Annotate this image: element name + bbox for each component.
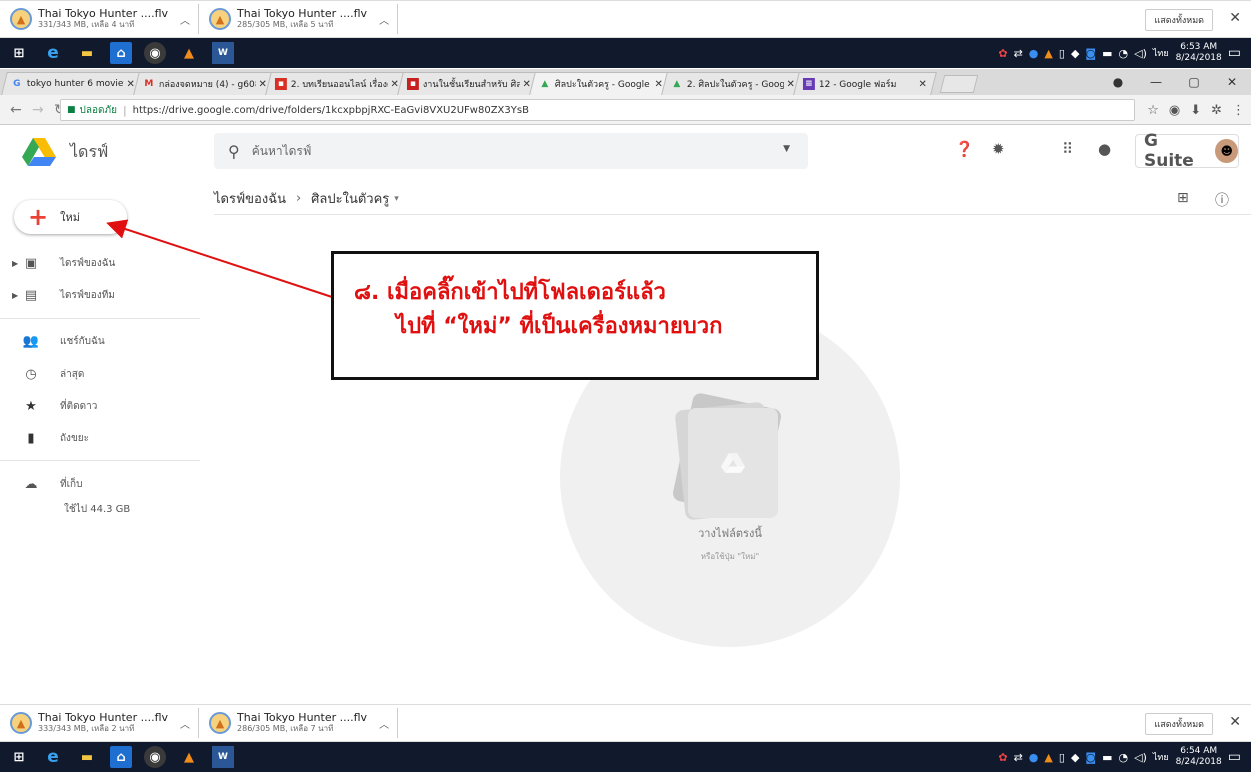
volume-icon[interactable]: ◁) [1134,751,1147,764]
usb-icon[interactable]: ▯ [1059,751,1065,764]
security-icon[interactable]: ◆ [1071,751,1079,764]
file-explorer-icon[interactable]: ▬ [76,746,98,768]
chevron-up-icon[interactable]: ︿ [180,716,190,731]
tray-app2-icon[interactable]: ◙ [1085,751,1096,764]
clock-date: 8/24/2018 [1175,757,1222,767]
wifi-icon[interactable]: ◔ [1119,751,1129,764]
edge-icon[interactable]: e [42,746,64,768]
taskbar-bottom: ⊞ e ▬ ⌂ ◉ ▲ W ✿ ⇄ ● ▲ ▯ ◆ ◙ ▬ ◔ ◁) ไทย 6… [0,742,1251,772]
tray-app-icon[interactable]: ✿ [998,751,1007,764]
clock-time: 6:54 AM [1180,746,1218,756]
clock[interactable]: 6:54 AM 8/24/2018 [1176,746,1222,768]
show-all-button[interactable]: แสดงทั้งหมด [1145,713,1213,735]
language-indicator[interactable]: ไทย [1153,750,1169,764]
annotation-box: ๘. เมื่อคลิ๊กเข้าไปที่โฟลเดอร์แล้ว ไปที่… [331,251,819,380]
vlc-tray-icon[interactable]: ▲ [1044,751,1052,764]
download-item[interactable]: ▲ Thai Tokyo Hunter ....flv 286/305 MB, … [201,708,399,738]
close-icon[interactable]: ✕ [1229,714,1241,730]
vlc-file-icon: ▲ [10,712,32,734]
download-bar-bottom: ▲ Thai Tokyo Hunter ....flv 333/343 MB, … [0,704,1251,742]
battery-icon[interactable]: ▬ [1102,751,1112,764]
download-status: 333/343 MB, เหลือ 2 นาที [38,724,135,733]
notification-icon[interactable]: ▭ [1228,749,1241,765]
chrome-icon[interactable]: ◉ [144,746,166,768]
annotation-line-2: ไปที่ “ใหม่” ที่เป็นเครื่องหมายบวก [396,314,723,339]
bluetooth-icon[interactable]: ● [1029,751,1039,764]
store-icon[interactable]: ⌂ [110,746,132,768]
word-icon[interactable]: W [212,746,234,768]
system-tray: ✿ ⇄ ● ▲ ▯ ◆ ◙ ▬ ◔ ◁) ไทย 6:54 AM 8/24/20… [995,742,1251,772]
download-status: 286/305 MB, เหลือ 7 นาที [237,724,334,733]
download-name: Thai Tokyo Hunter ....flv [38,711,169,724]
vlc-icon[interactable]: ▲ [178,746,200,768]
download-name: Thai Tokyo Hunter ....flv [237,711,368,724]
chevron-up-icon[interactable]: ︿ [379,716,389,731]
annotation-arrow [106,219,333,298]
download-item[interactable]: ▲ Thai Tokyo Hunter ....flv 333/343 MB, … [2,708,200,738]
vlc-file-icon: ▲ [209,712,232,734]
network-icon[interactable]: ⇄ [1014,751,1023,764]
annotation-line-1: ๘. เมื่อคลิ๊กเข้าไปที่โฟลเดอร์แล้ว [354,280,666,305]
windows-start-icon[interactable]: ⊞ [8,746,30,768]
